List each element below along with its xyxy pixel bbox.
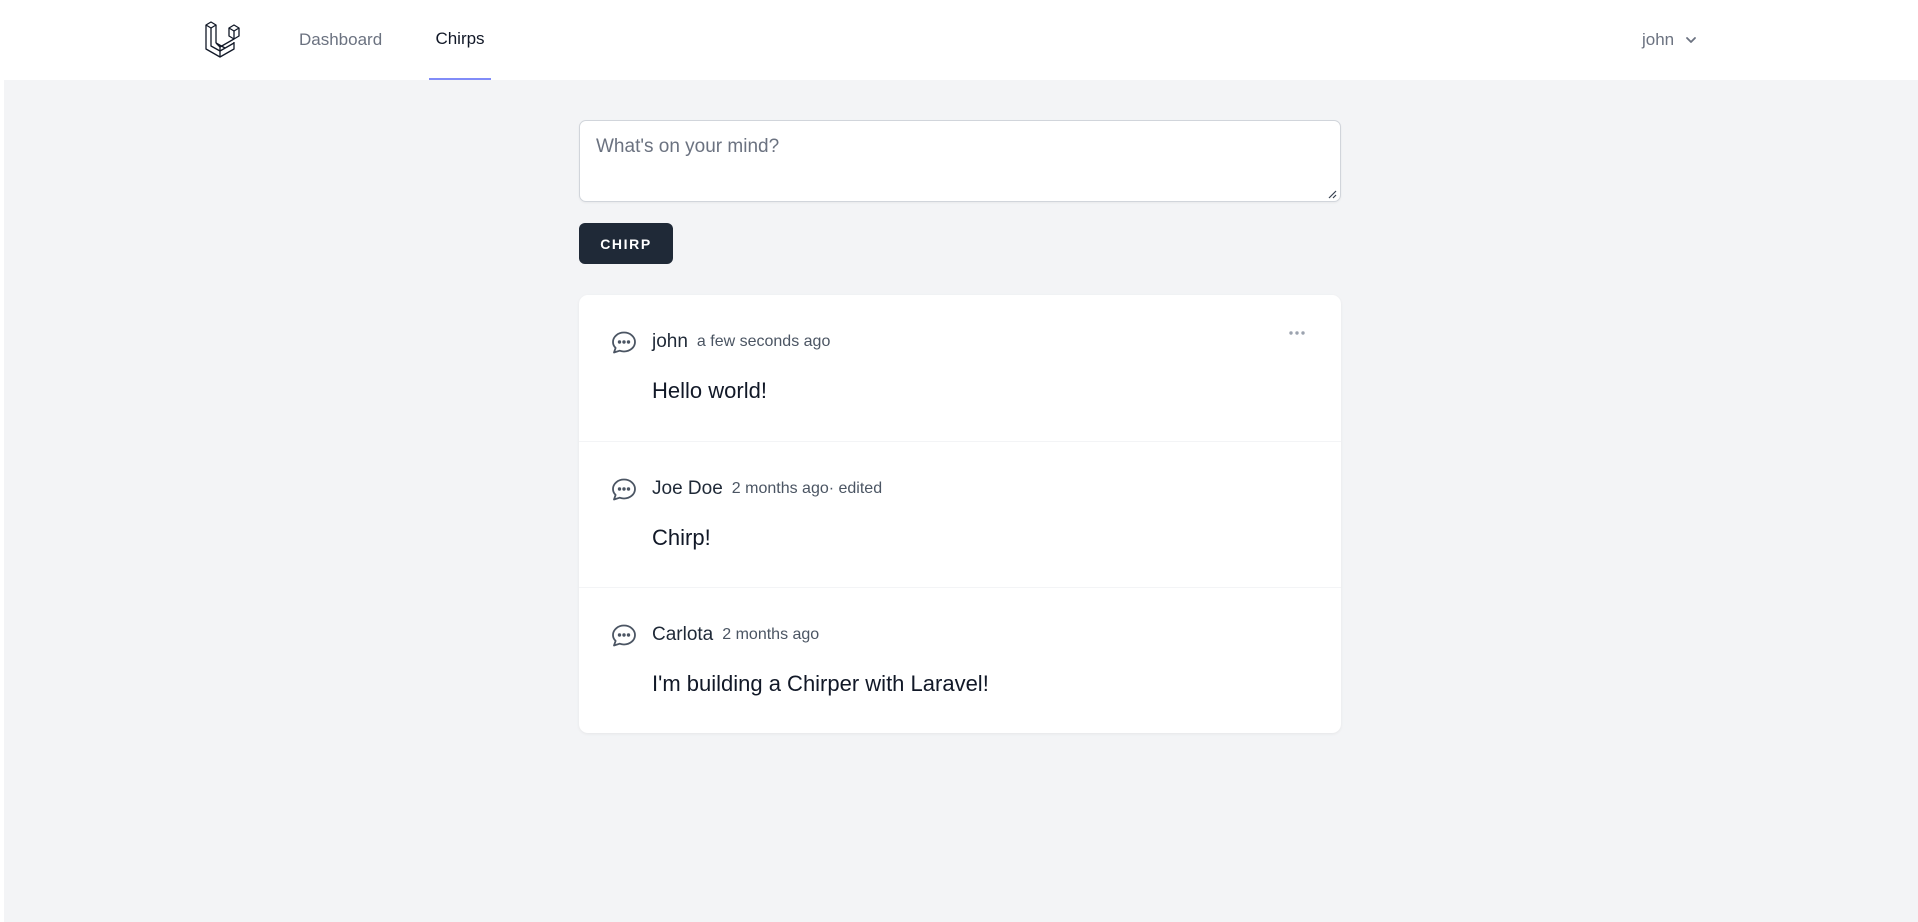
nav-link-chirps[interactable]: Chirps — [429, 0, 491, 80]
chirp-meta: john a few seconds ago — [652, 329, 830, 355]
user-name: john — [1642, 30, 1675, 49]
chirp-author: Joe Doe — [652, 478, 723, 499]
chirp-message: Hello world! — [652, 378, 767, 403]
chirp-author: Carlota — [652, 624, 714, 645]
chirp-author: john — [652, 331, 688, 352]
chirp-message: Chirp! — [652, 525, 711, 550]
chirp-item: john a few seconds ago Hello world! — [579, 295, 1341, 441]
chirp-item: Carlota 2 months ago I'm building a Chir… — [579, 587, 1341, 733]
user-menu-trigger[interactable]: john — [1642, 26, 1698, 54]
chirp-timestamp: 2 months ago — [731, 480, 829, 497]
chirp-submit-button[interactable]: CHIRP — [579, 223, 673, 264]
chat-bubble-icon — [612, 624, 636, 647]
app-frame: Dashboard Chirps john CHIRP john a few s… — [4, 0, 1918, 922]
chirp-timestamp: 2 months ago — [722, 626, 820, 643]
chat-bubble-icon — [612, 478, 636, 501]
chirp-item: Joe Doe 2 months ago · edited Chirp! — [579, 441, 1341, 587]
chevron-down-icon — [1686, 37, 1697, 43]
top-navigation: Dashboard Chirps john — [4, 0, 1918, 81]
chirp-timestamp: a few seconds ago — [696, 333, 831, 350]
chirp-message: I'm building a Chirper with Laravel! — [652, 671, 989, 696]
chirp-message-input[interactable] — [579, 120, 1341, 202]
chirp-meta: Carlota 2 months ago — [652, 622, 819, 648]
ellipsis-icon — [1289, 331, 1305, 335]
chirp-options-button[interactable] — [1283, 321, 1311, 345]
laravel-logo-icon[interactable] — [202, 18, 246, 62]
nav-link-dashboard[interactable]: Dashboard — [299, 0, 382, 80]
chirp-edited-label: · edited — [828, 480, 883, 497]
chat-bubble-icon — [612, 331, 636, 354]
chirp-feed: john a few seconds ago Hello world! Joe … — [579, 295, 1341, 733]
resize-handle-icon[interactable] — [1327, 189, 1337, 199]
chirp-meta: Joe Doe 2 months ago · edited — [652, 476, 882, 502]
